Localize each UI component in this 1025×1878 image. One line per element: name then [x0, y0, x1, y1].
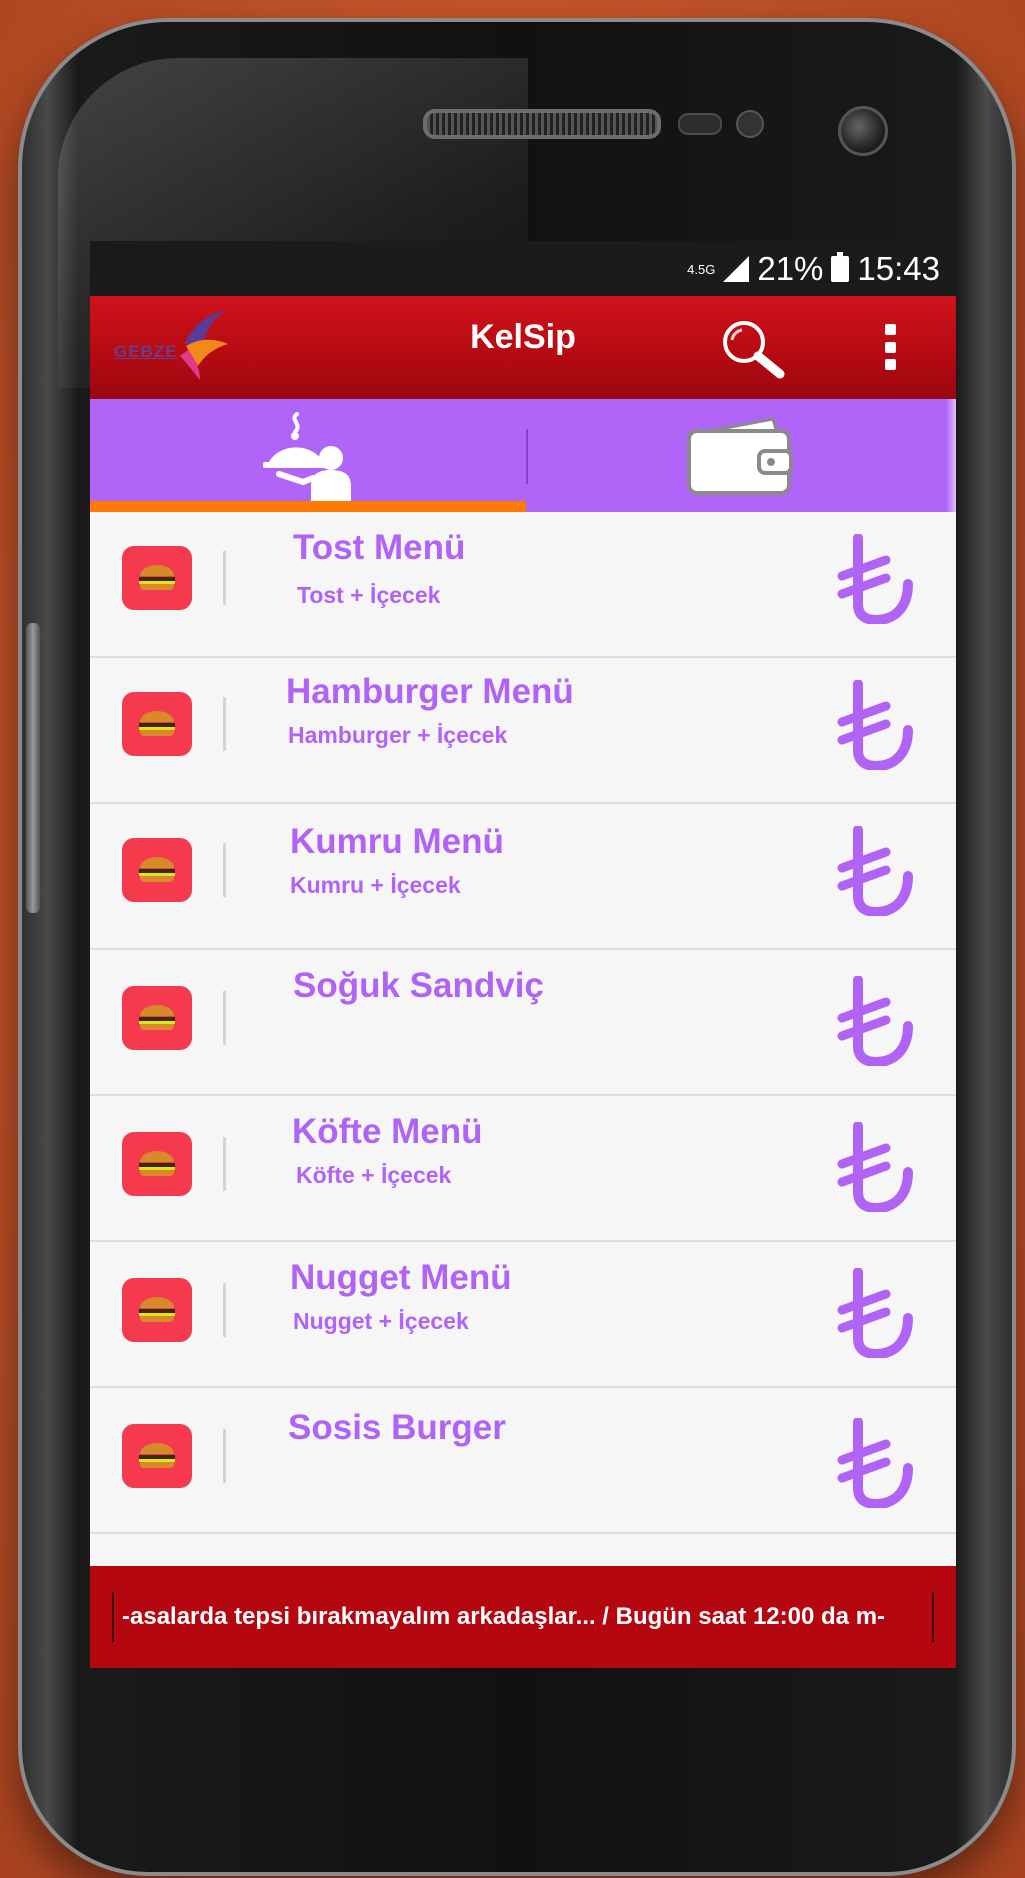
- item-subtitle: Nugget + İçecek: [293, 1308, 469, 1334]
- list-item[interactable]: Köfte Menü Köfte + İçecek: [90, 1096, 956, 1242]
- list-item[interactable]: Nugget Menü Nugget + İçecek: [90, 1242, 956, 1388]
- item-title: Sosis Burger: [288, 1408, 506, 1447]
- item-title: Hamburger Menü: [286, 672, 574, 711]
- battery-percent: 21%: [757, 250, 824, 287]
- tab-bar-edge: [946, 399, 956, 512]
- ticker-left-edge: [112, 1592, 114, 1642]
- list-item[interactable]: Hamburger Menü Hamburger + İçecek: [90, 658, 956, 804]
- proximity-sensor: [678, 113, 722, 135]
- announcement-ticker: -asalarda tepsi bırakmayalım arkadaşlar.…: [90, 1566, 956, 1668]
- waiter-serving-icon: [262, 411, 351, 502]
- tab-wallet[interactable]: [523, 399, 956, 512]
- wallet-icon: [686, 416, 793, 495]
- item-subtitle: Köfte + İçecek: [296, 1162, 452, 1188]
- tab-bar: [90, 399, 956, 512]
- row-separator: [223, 1429, 226, 1483]
- turkish-lira-icon: [837, 534, 913, 624]
- ticker-text: -asalarda tepsi bırakmayalım arkadaşlar.…: [122, 1603, 886, 1630]
- item-title: Kumru Menü: [290, 822, 504, 861]
- turkish-lira-icon: [837, 1418, 913, 1508]
- turkish-lira-icon: [837, 826, 913, 916]
- app-screen: 4.5G 21% 15:43 GEBZE KelSip Tost Menü To…: [90, 241, 956, 1668]
- status-bar: 4.5G 21% 15:43: [90, 241, 956, 296]
- burger-icon: [122, 546, 192, 610]
- item-title: Nugget Menü: [290, 1258, 512, 1297]
- clock: 15:43: [857, 250, 940, 287]
- volume-button: [26, 623, 40, 913]
- overflow-menu-button[interactable]: [880, 324, 900, 370]
- app-title: KelSip: [470, 318, 576, 356]
- menu-list: Tost Menü Tost + İçecek Hamburger Menü H…: [90, 512, 956, 1534]
- turkish-lira-icon: [837, 680, 913, 770]
- network-indicator: 4.5G: [687, 261, 716, 277]
- ticker-right-edge: [932, 1592, 934, 1642]
- turkish-lira-icon: [837, 1122, 913, 1212]
- burger-icon: [122, 1278, 192, 1342]
- row-separator: [223, 1137, 226, 1191]
- search-button[interactable]: [718, 318, 788, 380]
- list-item[interactable]: Soğuk Sandviç: [90, 950, 956, 1096]
- menu-dot-icon: [884, 341, 896, 353]
- item-title: Tost Menü: [293, 528, 466, 567]
- list-item[interactable]: Tost Menü Tost + İçecek: [90, 512, 956, 658]
- battery-icon: [831, 252, 850, 282]
- list-item[interactable]: Kumru Menü Kumru + İçecek: [90, 804, 956, 950]
- front-camera: [838, 106, 888, 156]
- list-item[interactable]: Sosis Burger: [90, 1388, 956, 1534]
- burger-icon: [122, 1424, 192, 1488]
- turkish-lira-icon: [837, 976, 913, 1066]
- item-title: Köfte Menü: [292, 1112, 483, 1151]
- menu-dot-icon: [884, 324, 896, 335]
- app-bar: GEBZE KelSip: [90, 296, 956, 399]
- selected-tab-indicator: [90, 501, 526, 512]
- burger-icon: [122, 838, 192, 902]
- turkish-lira-icon: [837, 1268, 913, 1358]
- search-icon: [723, 321, 785, 379]
- item-subtitle: Tost + İçecek: [297, 582, 441, 608]
- row-separator: [223, 843, 226, 897]
- menu-dot-icon: [884, 359, 896, 370]
- item-subtitle: Hamburger + İçecek: [288, 722, 508, 748]
- light-sensor: [736, 110, 764, 138]
- row-separator: [223, 697, 226, 751]
- item-title: Soğuk Sandviç: [293, 966, 544, 1005]
- burger-icon: [122, 986, 192, 1050]
- row-separator: [223, 1283, 226, 1337]
- row-separator: [223, 551, 226, 605]
- burger-icon: [122, 1132, 192, 1196]
- tab-menu[interactable]: [90, 399, 526, 512]
- burger-icon: [122, 692, 192, 756]
- item-subtitle: Kumru + İçecek: [290, 872, 461, 898]
- row-separator: [223, 991, 226, 1045]
- earpiece-speaker: [423, 109, 661, 139]
- signal-icon: [723, 256, 750, 282]
